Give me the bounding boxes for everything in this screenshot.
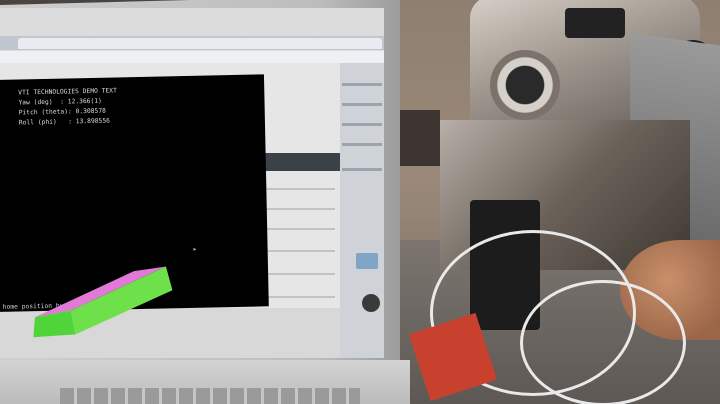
side-panel-item[interactable] xyxy=(342,168,382,171)
browser-url-bar[interactable] xyxy=(0,51,384,63)
folder-icon[interactable] xyxy=(356,253,378,269)
side-panel-item[interactable] xyxy=(342,103,382,106)
app-icon[interactable] xyxy=(362,294,380,312)
browser-tab[interactable] xyxy=(92,38,170,49)
transmitter-stick xyxy=(490,50,560,120)
browser-tab[interactable] xyxy=(240,38,318,49)
side-panel-item[interactable] xyxy=(342,83,382,86)
browser-tab[interactable] xyxy=(314,38,382,49)
terminal-line: VTI TECHNOLOGIES DEMO TEXT xyxy=(18,87,117,97)
side-panel-item[interactable] xyxy=(342,123,382,126)
side-panel-item[interactable] xyxy=(342,143,382,146)
terminal-line: Pitch (theta): 0.308578 xyxy=(18,107,106,117)
mouse-cursor-icon: ➤ xyxy=(192,245,197,254)
browser-tab[interactable] xyxy=(166,38,244,49)
cable xyxy=(520,280,686,404)
terminal-window[interactable]: VTI TECHNOLOGIES DEMO TEXT Yaw (deg) : 1… xyxy=(0,74,269,338)
laptop-screen: VTI TECHNOLOGIES DEMO TEXT Yaw (deg) : 1… xyxy=(0,8,384,358)
terminal-line: Yaw (deg) : 12.366(1) xyxy=(18,97,102,107)
laptop-keyboard xyxy=(60,388,360,404)
background-object xyxy=(400,110,440,166)
3d-box-render xyxy=(33,266,173,338)
box-front-face xyxy=(33,310,76,338)
side-panel xyxy=(340,63,384,358)
terminal-line: Roll (phi) : 13.898556 xyxy=(18,117,110,127)
browser-tab[interactable] xyxy=(18,38,96,49)
transmitter-display xyxy=(565,8,625,38)
photo-scene: VTI TECHNOLOGIES DEMO TEXT Yaw (deg) : 1… xyxy=(0,0,720,404)
